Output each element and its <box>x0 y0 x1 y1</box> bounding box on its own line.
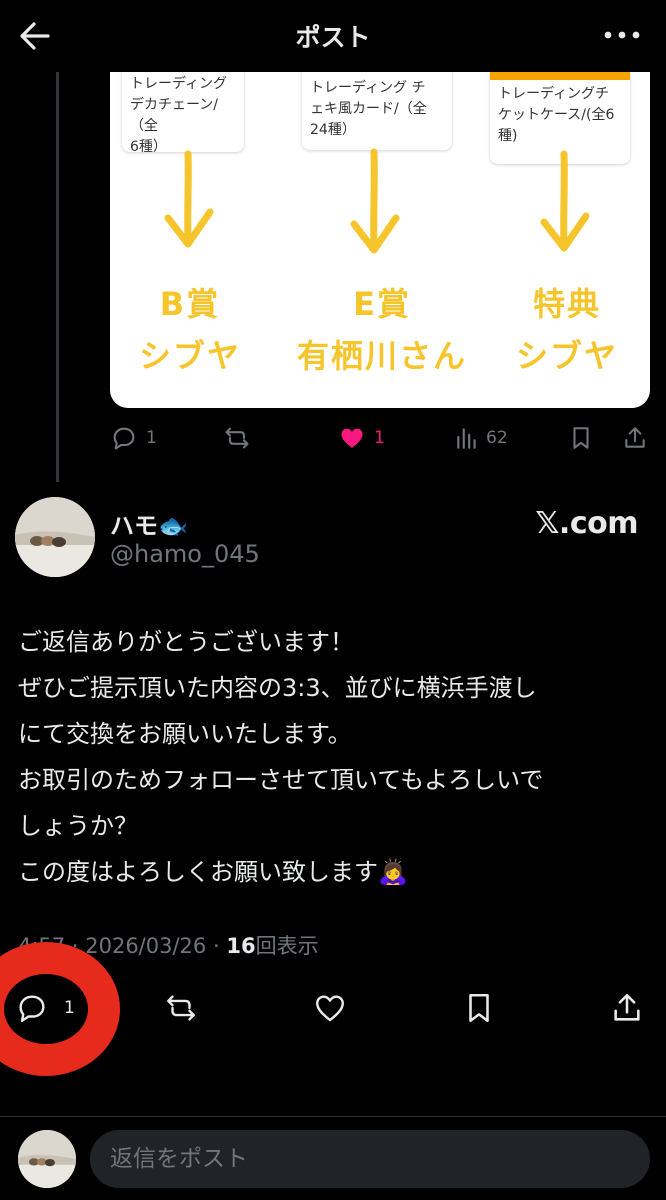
red-circle-annotation <box>0 942 120 1076</box>
like-button[interactable]: 1 <box>338 424 385 452</box>
reply-icon <box>113 427 135 450</box>
product-label: トレーディング デカチェーン/（全 6種） <box>130 76 228 155</box>
bookmark-button[interactable] <box>568 424 594 452</box>
prize-label: B賞 シブヤ <box>138 285 241 375</box>
prize-label: 特典 シブヤ <box>515 285 618 375</box>
thread-connector-line <box>56 72 59 482</box>
post-views-label: 回表示 <box>255 934 319 958</box>
like-button[interactable] <box>312 991 348 1025</box>
author-name[interactable]: ハモ🐟 <box>110 506 188 541</box>
repost-icon <box>167 995 195 1021</box>
post-text-line: ご返信ありがとうございます！ <box>18 628 354 656</box>
post-text-line: ぜひご提示頂いた内容の3:3、並びに横浜手渡し <box>18 674 537 702</box>
views-bar-icon <box>457 428 476 449</box>
views-button[interactable]: 62 <box>454 424 508 452</box>
share-button[interactable] <box>610 991 644 1025</box>
repost-icon <box>225 427 249 449</box>
post-text-line: にて交換をお願いいたします。 <box>18 720 352 748</box>
reply-button[interactable]: 1 <box>110 424 157 452</box>
more-dots-icon[interactable] <box>600 20 644 50</box>
down-arrow-icon <box>540 150 590 252</box>
post-text-line: この度はよろしくお願い致します🙇‍♀️ <box>18 858 408 886</box>
post-text-line: しょうか？ <box>18 812 138 840</box>
prize-label: E賞 有栖川さん <box>296 285 467 375</box>
my-avatar[interactable] <box>18 1130 76 1188</box>
share-icon <box>614 993 640 1021</box>
heart-filled-icon <box>341 428 363 448</box>
bookmark-icon <box>469 993 489 1023</box>
meta-separator: · <box>212 934 220 958</box>
author-handle[interactable]: @hamo_045 <box>110 540 260 568</box>
repost-button[interactable] <box>222 424 252 452</box>
repost-button[interactable] <box>162 991 200 1025</box>
page-title: ポスト <box>295 23 371 52</box>
post-text-line: お取引のためフォローさせて頂いてもよろしいで <box>18 766 544 794</box>
down-arrow-icon <box>350 148 400 254</box>
reply-input[interactable] <box>90 1130 650 1188</box>
views-count: 62 <box>486 428 508 448</box>
post-body: ご返信ありがとうございます！ ぜひご提示頂いた内容の3:3、並びに横浜手渡し に… <box>18 619 648 895</box>
post-date: 2026/03/26 <box>85 934 207 958</box>
product-card: トレーディング チ ェキ風カード/（全 24種） <box>302 72 452 150</box>
share-button[interactable] <box>622 424 648 452</box>
avatar[interactable] <box>15 497 95 577</box>
attached-image[interactable]: トレーディング デカチェーン/（全 6種） トレーディング チ ェキ風カード/（… <box>110 72 650 408</box>
product-label: トレーディングチ ケットケース/(全6 種) <box>498 86 615 144</box>
bookmark-icon <box>573 427 589 449</box>
share-icon <box>625 427 645 448</box>
product-card: トレーディング デカチェーン/（全 6種） <box>122 72 244 155</box>
top-bar: ポスト <box>0 0 666 72</box>
x-logo-watermark: 𝕏.com <box>535 506 638 541</box>
heart-icon <box>316 995 344 1022</box>
product-label: トレーディング チ ェキ風カード/（全 24種） <box>310 80 427 138</box>
like-count: 1 <box>374 428 385 448</box>
down-arrow-icon <box>164 150 214 248</box>
parent-post-actions: 1 1 62 <box>110 420 650 456</box>
post-views-count: 16 <box>226 934 256 958</box>
reply-count: 1 <box>146 428 157 448</box>
bookmark-button[interactable] <box>462 991 496 1025</box>
divider <box>0 1116 666 1117</box>
